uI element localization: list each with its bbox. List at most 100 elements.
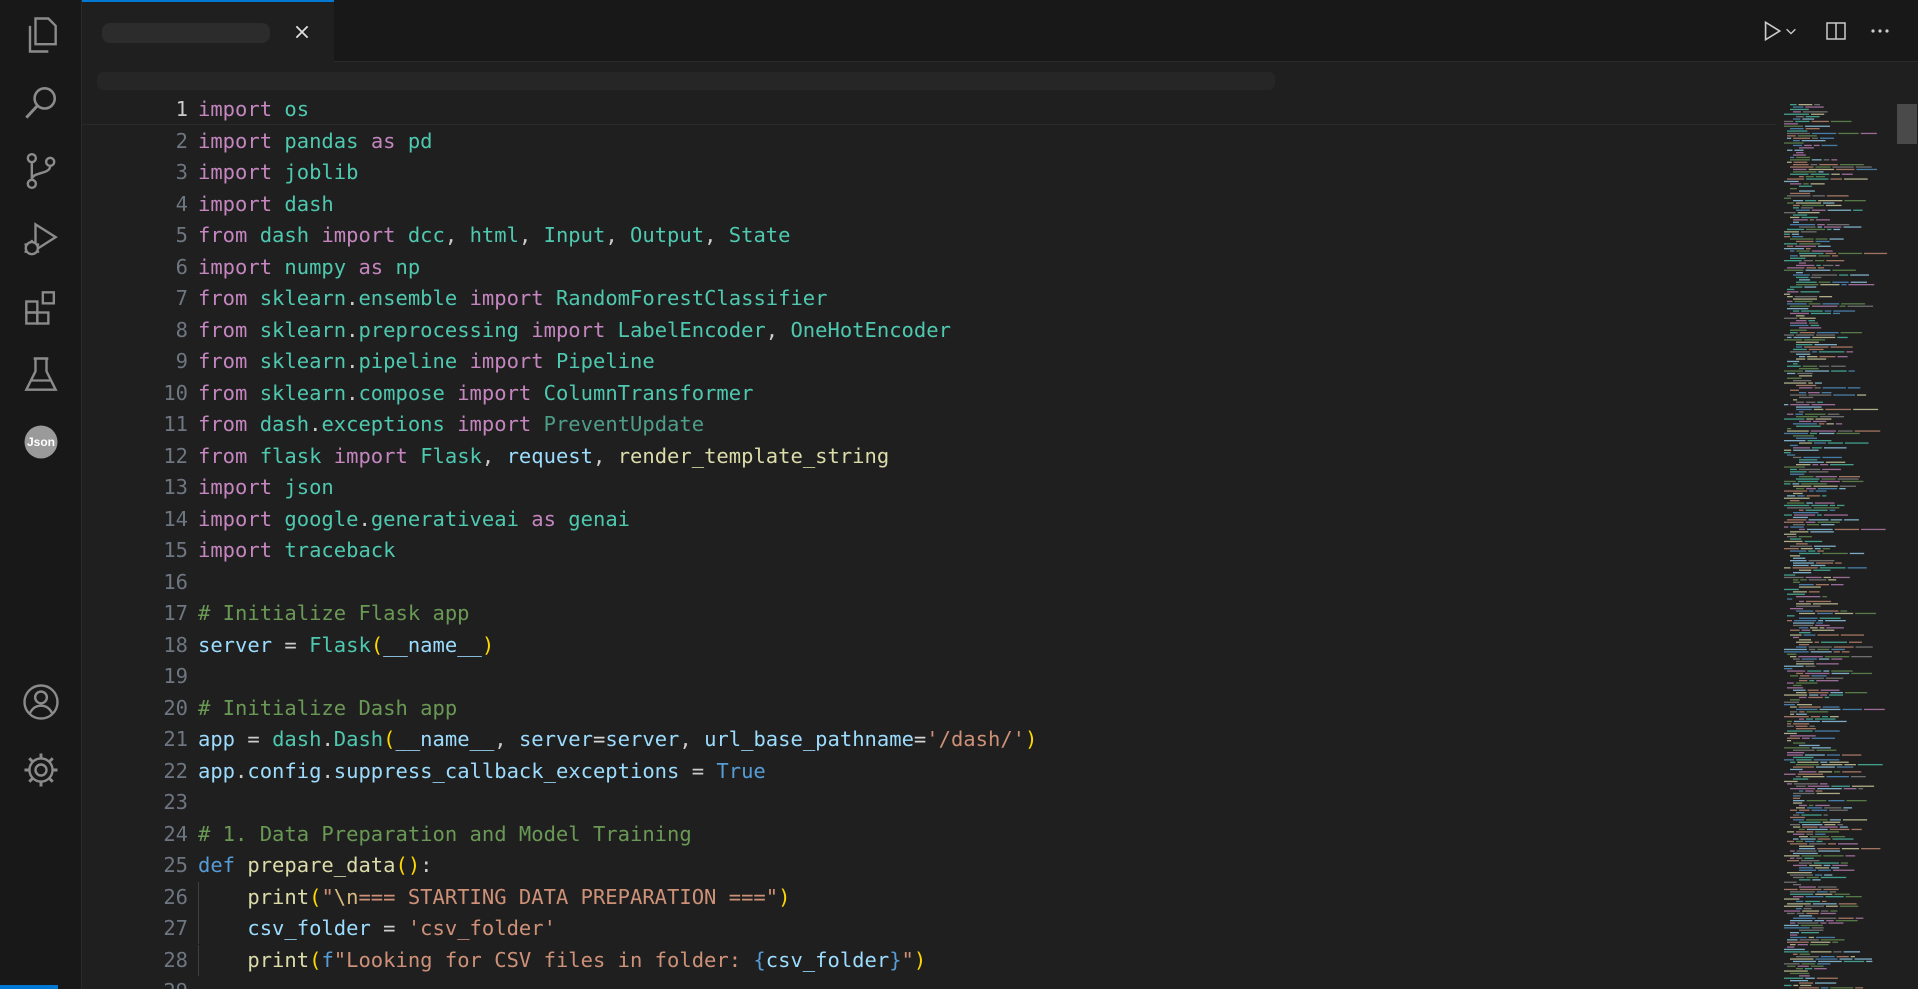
- minimap-line: [1804, 286, 1817, 288]
- code-line[interactable]: 18 server = Flask(__name__): [82, 630, 1776, 661]
- minimap-line: [1831, 370, 1847, 372]
- minimap-line: [1790, 893, 1814, 895]
- code-token: True: [716, 758, 766, 783]
- minimap-line: [1821, 524, 1835, 526]
- minimap-line: [1815, 766, 1835, 768]
- code-line[interactable]: 4 import dash: [82, 189, 1776, 220]
- code-line[interactable]: 6 import numpy as np: [82, 252, 1776, 283]
- minimap-line: [1837, 478, 1859, 480]
- code-line[interactable]: 3 import joblib: [82, 157, 1776, 188]
- minimap-line: [1784, 576, 1804, 579]
- minimap-line: [1824, 874, 1833, 876]
- minimap-line: [1842, 708, 1862, 711]
- code-line[interactable]: 14 import google.generativeai as genai: [82, 504, 1776, 535]
- code-line[interactable]: 27 csv_folder = 'csv_folder': [82, 913, 1776, 944]
- minimap-line: [1821, 764, 1843, 766]
- code-line[interactable]: 19: [82, 661, 1776, 692]
- minimap-line: [1822, 495, 1827, 497]
- source-control-button[interactable]: [17, 147, 65, 195]
- minimap-line: [1831, 159, 1838, 161]
- minimap-line: [1793, 800, 1805, 802]
- more-actions-button[interactable]: [1864, 16, 1896, 46]
- code-line[interactable]: 2 import pandas as pd: [82, 126, 1776, 157]
- code-editor[interactable]: 1 import os 2 import pandas as pd 3 import jo…: [82, 100, 1776, 989]
- code-token: State: [728, 223, 791, 247]
- code-line[interactable]: 28 print(f"Looking for CSV files in fold…: [82, 944, 1776, 976]
- minimap-line: [1806, 495, 1821, 497]
- code-line[interactable]: 5 from dash import dcc, html, Input, Outp…: [82, 220, 1776, 251]
- code-line[interactable]: 12 from flask import Flask, request, rend…: [82, 441, 1776, 472]
- testing-button[interactable]: [17, 351, 65, 399]
- line-number: 20: [163, 695, 188, 720]
- code-line[interactable]: 9 from sklearn.pipeline import Pipeline: [82, 346, 1776, 377]
- minimap-line: [1833, 228, 1841, 231]
- code-line[interactable]: 16: [82, 567, 1776, 598]
- run-debug-button[interactable]: [17, 215, 65, 263]
- code-token: Output: [630, 223, 705, 247]
- minimap-line: [1813, 442, 1826, 444]
- code-line[interactable]: 29: [82, 976, 1776, 989]
- search-button[interactable]: [17, 79, 65, 127]
- minimap-line: [1801, 860, 1820, 862]
- minimap-line: [1799, 617, 1818, 619]
- code-line[interactable]: 1 import os: [82, 100, 1776, 125]
- accounts-button[interactable]: [17, 678, 65, 726]
- tab-active[interactable]: [82, 0, 334, 62]
- minimap-line: [1790, 560, 1807, 562]
- tab-close-button[interactable]: [290, 20, 314, 44]
- code-line[interactable]: 17 # Initialize Flask app: [82, 598, 1776, 629]
- minimap-line: [1818, 267, 1825, 269]
- minimap-line: [1804, 125, 1830, 127]
- extensions-button[interactable]: [17, 283, 65, 331]
- code-line[interactable]: 21 app = dash.Dash(__name__, server=serve…: [82, 724, 1776, 755]
- code-line[interactable]: 26 print("\n=== STARTING DATA PREPARATIO…: [82, 881, 1776, 913]
- minimap-line: [1796, 250, 1810, 252]
- code-line[interactable]: 23: [82, 787, 1776, 818]
- minimap-line: [1796, 776, 1801, 778]
- minimap-line: [1839, 958, 1853, 960]
- code-line[interactable]: 20 # Initialize Dash app: [82, 693, 1776, 724]
- minimap-line: [1807, 807, 1823, 809]
- code-line[interactable]: 13 import json: [82, 472, 1776, 503]
- json-button[interactable]: Json: [17, 418, 65, 466]
- split-editor-button[interactable]: [1820, 16, 1852, 46]
- explorer-button[interactable]: [17, 11, 65, 59]
- code-line[interactable]: 24 # 1. Data Preparation and Model Traini…: [82, 819, 1776, 850]
- code-line[interactable]: 15 import traceback: [82, 535, 1776, 566]
- minimap-line: [1814, 874, 1823, 876]
- scrollbar[interactable]: [1896, 100, 1918, 989]
- code-line[interactable]: 25 def prepare_data():: [82, 850, 1776, 881]
- minimap-line: [1797, 495, 1805, 497]
- code-line[interactable]: 10 from sklearn.compose import ColumnTran…: [82, 378, 1776, 409]
- minimap-line: [1796, 437, 1818, 439]
- scroll-thumb[interactable]: [1897, 104, 1917, 144]
- minimap-line: [1784, 180, 1799, 183]
- minimap-line: [1805, 128, 1820, 130]
- minimap-line: [1793, 802, 1803, 804]
- code-token: import: [198, 475, 273, 499]
- code-token: Pipeline: [555, 349, 655, 373]
- code-line[interactable]: 22 app.config.suppress_callback_exception…: [82, 756, 1776, 787]
- minimap[interactable]: [1776, 100, 1900, 989]
- minimap-line: [1799, 939, 1819, 941]
- account-icon: [23, 684, 59, 720]
- minimap-line: [1808, 936, 1815, 939]
- code-line[interactable]: 8 from sklearn.preprocessing import Label…: [82, 315, 1776, 346]
- run-button[interactable]: [1754, 16, 1802, 46]
- code-line[interactable]: 11 from dash.exceptions import PreventUpd…: [82, 409, 1776, 440]
- minimap-line: [1823, 159, 1830, 161]
- minimap-line: [1806, 600, 1832, 603]
- code-line[interactable]: 7 from sklearn.ensemble import RandomFore…: [82, 283, 1776, 314]
- breadcrumb-path[interactable]: [97, 72, 1275, 90]
- minimap-line: [1793, 723, 1810, 725]
- minimap-line: [1800, 231, 1817, 233]
- manage-button[interactable]: [17, 746, 65, 794]
- minimap-line: [1799, 639, 1812, 641]
- minimap-line: [1790, 761, 1796, 763]
- code-text: import dash: [198, 189, 334, 220]
- minimap-line: [1799, 476, 1814, 478]
